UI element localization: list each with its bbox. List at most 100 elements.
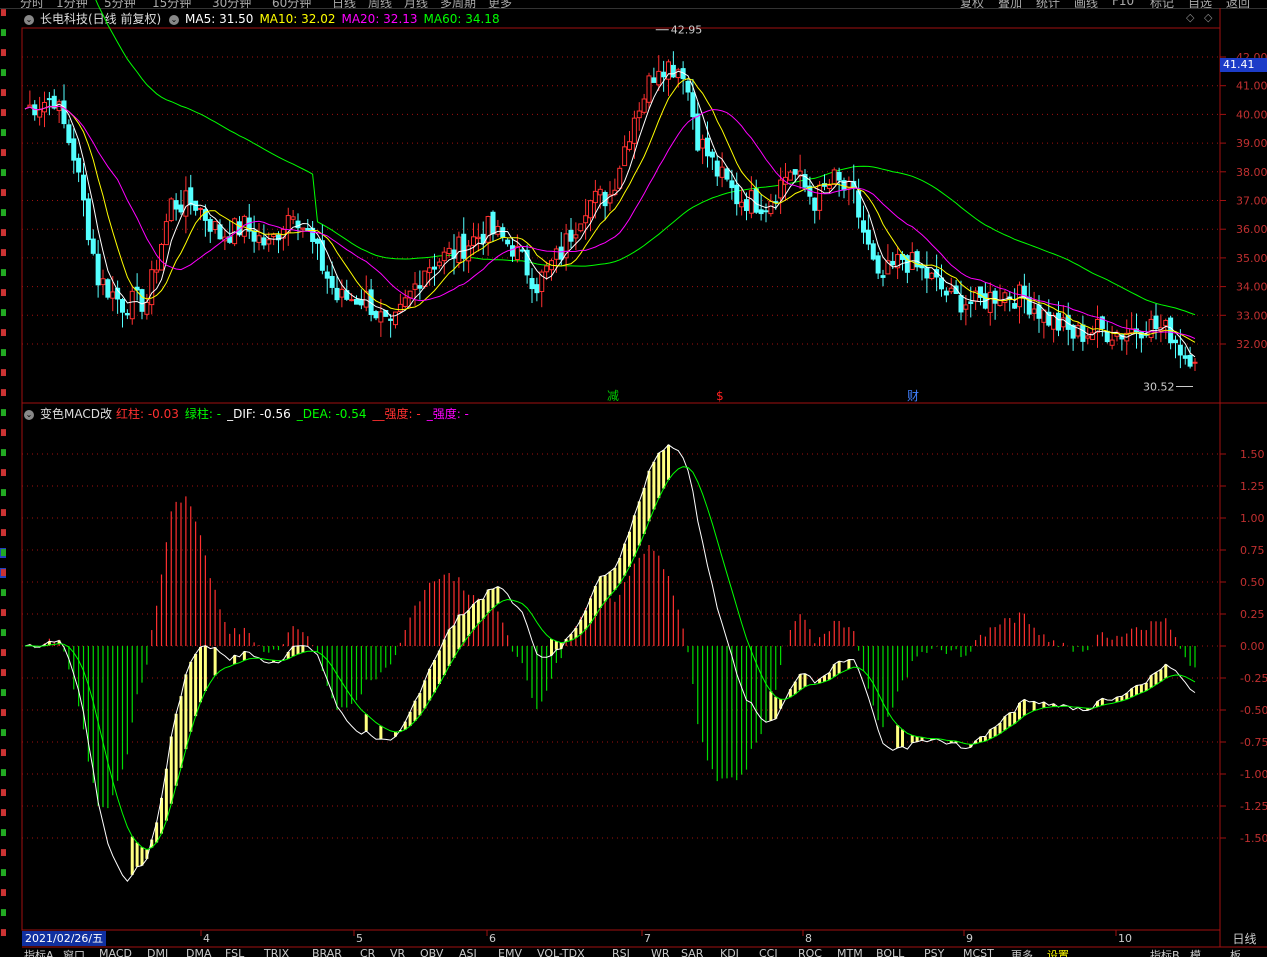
month-tick: 10	[1118, 932, 1132, 945]
indicator-tab[interactable]: FSL	[225, 948, 244, 957]
indicator-tab[interactable]: PSY	[924, 948, 944, 957]
indicator-tab[interactable]: VR	[390, 948, 405, 957]
price-tick-label: 39.00	[1236, 137, 1267, 150]
indicator-tab[interactable]: SAR	[681, 948, 703, 957]
candle-body	[987, 291, 993, 313]
candle-body	[178, 204, 184, 213]
candle-body	[748, 190, 754, 214]
candle-body	[1187, 354, 1193, 367]
candle-body	[129, 290, 135, 320]
indicator-tab[interactable]: KDJ	[720, 948, 739, 957]
indicator-tab[interactable]: BOLL	[876, 948, 904, 957]
indicator-tab[interactable]: TRIX	[264, 948, 289, 957]
candle-body	[500, 227, 506, 238]
candle-body	[441, 251, 447, 262]
candle-body	[461, 233, 467, 259]
macd-tick-label: 0.00	[1240, 640, 1265, 653]
indicator-tab-right[interactable]: 模	[1190, 948, 1201, 957]
candle-body	[592, 190, 598, 204]
indicator-tab[interactable]: CCI	[759, 948, 778, 957]
indicator-tab-right[interactable]: 指标B	[1150, 948, 1180, 957]
indicator-tab[interactable]: ROC	[798, 948, 822, 957]
candle-body	[173, 200, 179, 210]
candle-body	[378, 311, 384, 323]
candle-body	[583, 215, 589, 224]
candle-body	[734, 184, 740, 205]
candle-body	[573, 234, 579, 239]
price-tick-label: 36.00	[1236, 223, 1267, 236]
candle-body	[144, 301, 150, 315]
candle-body	[968, 301, 974, 305]
candle-body	[315, 238, 320, 244]
candle-body	[475, 236, 481, 240]
candle-body	[388, 318, 394, 321]
month-tick: 9	[966, 932, 973, 945]
candle-body	[529, 278, 535, 290]
candle-body	[334, 287, 340, 301]
low-price-label: 30.52	[1143, 380, 1175, 393]
indicator-tab[interactable]: EMV	[498, 948, 522, 957]
candle-body	[61, 100, 67, 125]
indicator-tab[interactable]: DMI	[147, 948, 168, 957]
candle-body	[826, 184, 832, 189]
month-tick: 6	[489, 932, 496, 945]
candle-body	[1182, 355, 1188, 359]
candle-body	[656, 70, 662, 86]
indicator-tab[interactable]: MCST	[963, 948, 994, 957]
start-date-label: 2021/02/26/五	[22, 931, 107, 946]
candle-body	[685, 80, 691, 93]
candle-body	[948, 287, 954, 293]
period-indicator[interactable]: 日线	[1222, 931, 1267, 947]
indicator-tab[interactable]: ASI	[459, 948, 477, 957]
indicator-tab[interactable]: MTM	[837, 948, 863, 957]
candle-body	[870, 243, 876, 260]
candle-body	[71, 138, 77, 161]
candle-body	[792, 169, 798, 175]
candle-body	[251, 230, 257, 242]
indicator-tab-right[interactable]: 板	[1230, 948, 1241, 957]
candle-body	[553, 248, 559, 260]
indicator-tab[interactable]: CR	[360, 948, 375, 957]
candle-body	[329, 276, 335, 288]
candle-body	[1017, 284, 1022, 308]
candle-body	[76, 157, 82, 173]
stock-chart[interactable]: 42.0041.0040.0039.0038.0037.0036.0035.00…	[0, 0, 1267, 957]
candle-body	[402, 297, 408, 307]
candle-body	[446, 247, 452, 255]
indicator-tab[interactable]: VOL-TDX	[537, 948, 585, 957]
candle-body	[149, 269, 155, 306]
candle-body	[758, 209, 764, 215]
candle-body	[719, 166, 725, 178]
candle-body	[992, 290, 998, 304]
indicator-tab[interactable]: BRAR	[312, 948, 342, 957]
current-price-badge: 41.41	[1220, 58, 1267, 72]
indicator-tab[interactable]: 窗口	[63, 948, 85, 957]
indicator-tab[interactable]: 设置	[1047, 948, 1069, 957]
candle-body	[120, 298, 125, 313]
candle-body	[1173, 339, 1178, 344]
candle-body	[266, 239, 272, 245]
indicator-tab[interactable]: 指标A	[24, 948, 54, 957]
candle-body	[705, 137, 710, 157]
candle-body	[124, 313, 130, 316]
event-marker: 财	[907, 389, 919, 403]
indicator-tab[interactable]: DMA	[186, 948, 212, 957]
candle-body	[212, 221, 218, 230]
candle-body	[66, 124, 72, 144]
candle-body	[261, 237, 267, 246]
candle-body	[744, 199, 749, 211]
candle-body	[890, 260, 896, 266]
indicator-tab[interactable]: WR	[651, 948, 670, 957]
macd-tick-label: -1.00	[1240, 768, 1267, 781]
indicator-tab[interactable]: MACD	[99, 948, 132, 957]
candle-body	[456, 236, 462, 263]
candle-body	[568, 229, 574, 242]
candle-body	[46, 98, 52, 101]
candle-body	[1012, 303, 1018, 309]
candle-body	[100, 278, 106, 286]
indicator-tab[interactable]: RSI	[612, 948, 630, 957]
indicator-tab[interactable]: 更多	[1011, 948, 1033, 957]
candle-body	[1070, 324, 1076, 339]
indicator-tab[interactable]: OBV	[420, 948, 443, 957]
candle-body	[373, 311, 379, 319]
